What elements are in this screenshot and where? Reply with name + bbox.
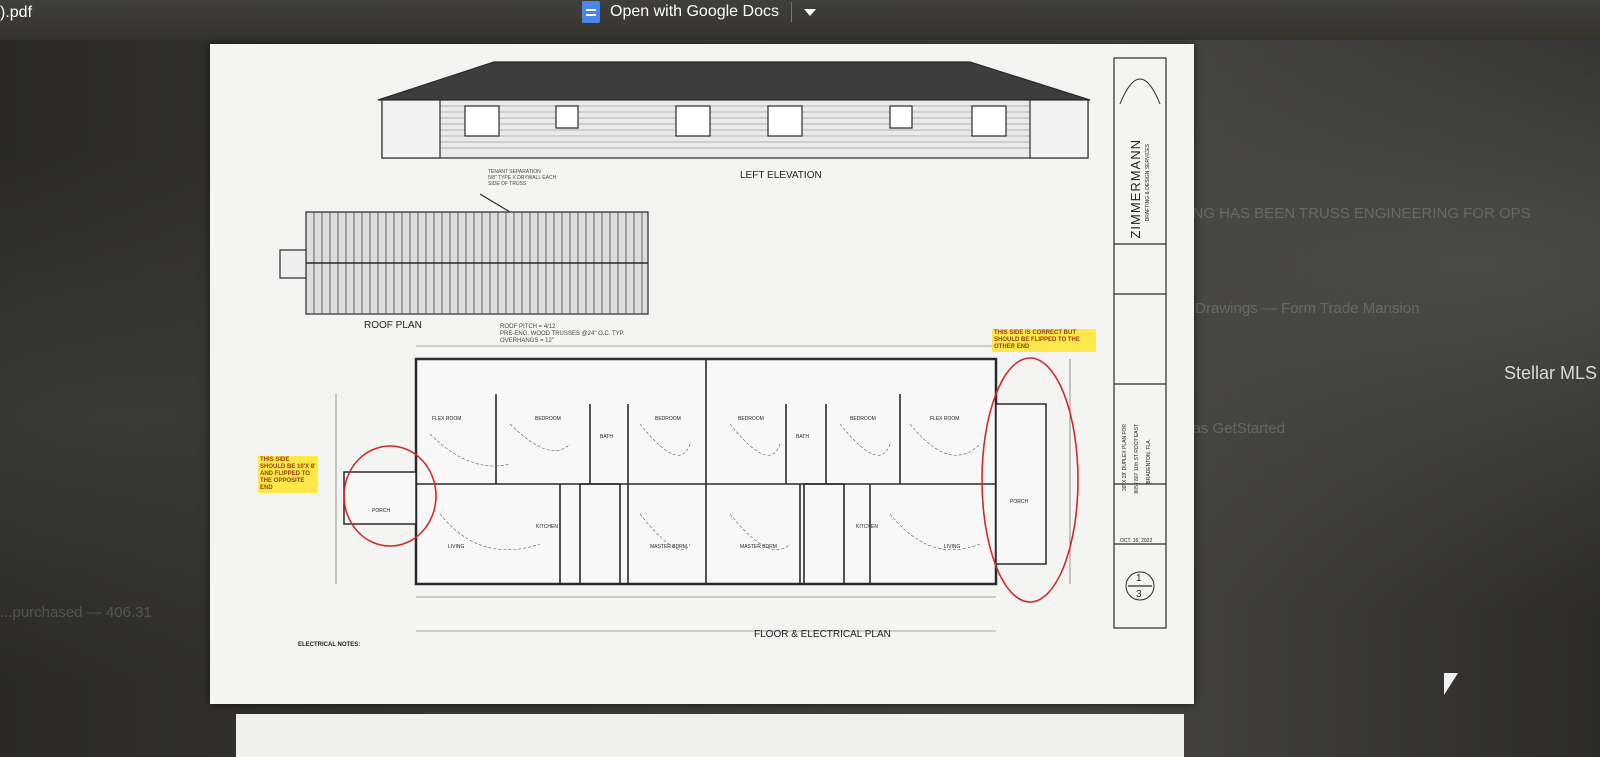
- room-label: FLEX ROOM: [432, 416, 462, 422]
- sheet-total: 3: [1136, 589, 1142, 600]
- room-label: MASTER BDRM: [650, 544, 687, 550]
- room-label: BEDROOM: [738, 416, 764, 422]
- sheet-date: OCT. 16, 2022: [1120, 538, 1153, 544]
- room-label: LIVING: [448, 544, 465, 550]
- room-label: KITCHEN: [856, 524, 878, 530]
- room-label: BEDROOM: [535, 416, 561, 422]
- room-label: PORCH: [1010, 499, 1029, 505]
- room-label: FLEX ROOM: [930, 416, 960, 422]
- project-city: BRADENTON, FLA.: [1146, 439, 1152, 484]
- elevation-title: LEFT ELEVATION: [740, 170, 822, 181]
- blueprint-drawing: [279, 57, 1167, 632]
- divider: [790, 2, 792, 22]
- next-pdf-page: [236, 714, 1184, 757]
- background-text-3: ...as GetStarted: [1180, 420, 1286, 437]
- room-label: MASTER BDRM: [740, 544, 777, 550]
- room-label: BEDROOM: [850, 416, 876, 422]
- room-label: BATH: [600, 434, 613, 440]
- pdf-viewer-toolbar: ).pdf Open with Google Docs: [0, 0, 1600, 40]
- chevron-down-icon[interactable]: [803, 8, 816, 16]
- room-label: KITCHEN: [536, 524, 558, 530]
- background-text-2: — Drawings — Form Trade Mansion: [1176, 300, 1420, 317]
- floor-plan-title: FLOOR & ELECTRICAL PLAN: [754, 629, 891, 640]
- pdf-page: LEFT ELEVATION ROOF PLAN FLOOR & ELECTRI…: [210, 44, 1194, 704]
- room-label: PORCH: [372, 508, 391, 514]
- sheet-number: 1: [1136, 573, 1142, 584]
- room-label: BATH: [796, 434, 809, 440]
- firm-subtitle: DRAFTING & DESIGN SERVICES: [1145, 144, 1151, 222]
- room-label: LIVING: [944, 544, 961, 550]
- mouse-cursor-icon: [1444, 673, 1458, 695]
- markup-note-right: THIS SIDE IS CORRECT BUT SHOULD BE FLIPP…: [992, 329, 1096, 352]
- project-title: 38' X 29' DUPLEX PLAN FOR: [1122, 424, 1128, 491]
- open-with-button[interactable]: Open with Google Docs: [582, 0, 816, 24]
- markup-note-left: THIS SIDE SHOULD BE 10'X 8' AND FLIPPED …: [258, 456, 318, 493]
- room-label: BEDROOM: [655, 416, 681, 422]
- roof-notes: ROOF PITCH = 4/12 PRE-ENG. WOOD TRUSSES …: [500, 324, 625, 344]
- background-text-4: ...purchased — 406.31: [0, 604, 152, 621]
- open-with-label: Open with Google Docs: [610, 3, 779, 20]
- tenant-separation-note: TENANT SEPARATION 5/8" TYPE X DRYWALL EA…: [488, 169, 557, 187]
- project-address: 805 / 807 11th ST ROOT EAST: [1134, 424, 1140, 494]
- background-text-1: ...NG HAS BEEN TRUSS ENGINEERING FOR OPS: [1180, 205, 1531, 222]
- file-name[interactable]: ).pdf: [0, 4, 32, 22]
- roof-plan-title: ROOF PLAN: [364, 320, 422, 331]
- google-docs-icon: [582, 1, 600, 23]
- mls-watermark: Stellar MLS: [1504, 363, 1598, 383]
- firm-name: ZIMMERMANN: [1128, 139, 1143, 239]
- electrical-notes-title: ELECTRICAL NOTES:: [298, 642, 361, 648]
